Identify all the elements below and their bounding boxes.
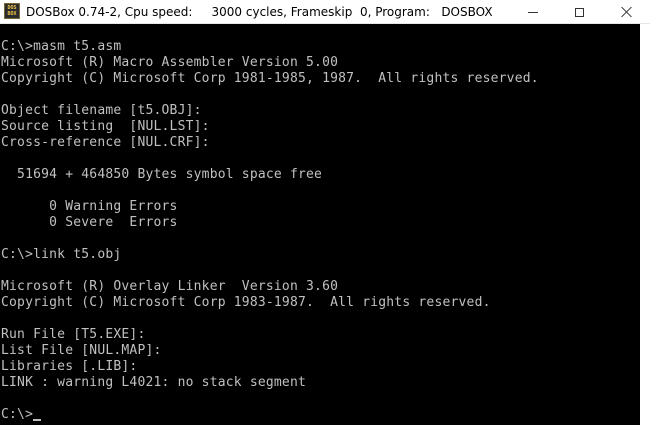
console-line: Source listing [NUL.LST]: xyxy=(1,119,210,134)
dosbox-icon[interactable]: DOS BOX xyxy=(4,3,20,19)
close-icon xyxy=(621,6,633,18)
console-output[interactable]: C:\>masm t5.asm Microsoft (R) Macro Asse… xyxy=(0,24,640,425)
console-line: Run File [T5.EXE]: xyxy=(1,327,146,342)
maximize-button[interactable] xyxy=(556,0,602,24)
window-right-edge xyxy=(640,24,650,425)
console-line: C:\>link t5.obj xyxy=(1,247,122,262)
console-line: 51694 + 464850 Bytes symbol space free xyxy=(1,167,323,182)
dosbox-window: DOS BOX DOSBox 0.74-2, Cpu speed: 3000 c… xyxy=(0,0,650,425)
command-prompt[interactable]: C:\> xyxy=(0,407,539,423)
console-lines: C:\>masm t5.asm Microsoft (R) Macro Asse… xyxy=(0,39,539,423)
console-line: 0 Severe Errors xyxy=(1,215,178,230)
console-line: C:\>masm t5.asm xyxy=(1,39,122,54)
console-line: List File [NUL.MAP]: xyxy=(1,343,162,358)
maximize-icon xyxy=(574,7,584,17)
console-line: Microsoft (R) Overlay Linker Version 3.6… xyxy=(1,279,339,294)
console-line: Copyright (C) Microsoft Corp 1983-1987. … xyxy=(1,295,491,310)
console-line: 0 Warning Errors xyxy=(1,199,178,214)
title-bar[interactable]: DOS BOX DOSBox 0.74-2, Cpu speed: 3000 c… xyxy=(0,0,650,24)
minimize-button[interactable] xyxy=(510,0,556,24)
console-line: Microsoft (R) Macro Assembler Version 5.… xyxy=(1,55,339,70)
window-title: DOSBox 0.74-2, Cpu speed: 3000 cycles, F… xyxy=(26,5,493,19)
console-line: Cross-reference [NUL.CRF]: xyxy=(1,135,210,150)
console-line: Object filename [t5.OBJ]: xyxy=(1,103,202,118)
console-line: Libraries [.LIB]: xyxy=(1,359,138,374)
dosbox-icon-text: DOS BOX xyxy=(7,5,17,17)
prompt-text: C:\> xyxy=(1,407,34,422)
minimize-icon xyxy=(528,11,538,13)
close-button[interactable] xyxy=(604,0,650,24)
console-line: Copyright (C) Microsoft Corp 1981-1985, … xyxy=(1,71,539,86)
console-line: LINK : warning L4021: no stack segment xyxy=(1,375,307,390)
text-cursor xyxy=(33,419,42,421)
